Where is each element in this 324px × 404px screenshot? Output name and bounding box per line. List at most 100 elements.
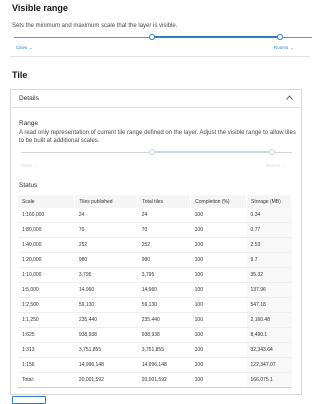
table-cell: 3,751,855 (74, 342, 138, 358)
table-row: 1:5,000 14,960 14,960 100 137.96 (18, 282, 292, 298)
section-divider (10, 56, 310, 57)
visible-range-title: Visible range (12, 3, 68, 13)
slider-max-thumb[interactable] (277, 34, 283, 40)
tile-slider-track-right (272, 152, 292, 153)
table-cell: 3,795 (137, 267, 191, 283)
table-cell: 1:10,000 (18, 267, 75, 283)
column-header: Tiles published (74, 195, 139, 208)
table-cell: 100 (190, 312, 247, 328)
table-cell: 1:1,250 (18, 312, 75, 328)
table-header-row: Scale Tiles published Total tiles Comple… (18, 195, 292, 208)
tile-range-min-label: Cities ⌄ (21, 163, 38, 168)
table-cell: 100 (190, 222, 247, 238)
column-header: Scale (18, 195, 76, 208)
max-scale-label: Rooms (274, 45, 289, 50)
table-row: 1:20,000 980 980 100 9.7 (18, 252, 292, 268)
table-total-row: Total: 20,001,592 20,001,592 100 166,075.1 (18, 372, 292, 388)
min-scale-label: Cities (16, 45, 28, 50)
slider-fill (152, 36, 280, 38)
table-cell: 14,996,148 (74, 357, 138, 373)
table-cell: 122,347.07 (246, 357, 292, 373)
table-cell: 100 (190, 267, 247, 283)
chevron-down-icon: ⌄ (290, 45, 294, 50)
tile-slider-min-thumb (149, 149, 155, 155)
table-cell: 100 (190, 237, 247, 253)
chevron-up-icon[interactable] (286, 95, 293, 100)
table-cell: 3,795 (74, 267, 138, 283)
details-title: Details (19, 95, 39, 102)
table-cell: 100 (190, 252, 247, 268)
table-cell: 1:625 (18, 327, 75, 343)
bottom-action-button[interactable] (12, 396, 46, 404)
table-row: 1:80,000 70 70 100 0.77 (18, 222, 292, 238)
table-cell: 1:5,000 (18, 282, 75, 298)
table-cell: 32,343.64 (246, 342, 292, 358)
table-cell: 235,440 (74, 312, 138, 328)
table-cell: 24 (74, 208, 138, 223)
column-header: Total tiles (137, 195, 192, 208)
visible-range-description: Sets the minimum and maximum scale that … (12, 23, 178, 29)
tile-min-scale-label: Cities (21, 163, 33, 168)
column-header: Storage (MB) (246, 195, 292, 208)
visible-range-max-dropdown[interactable]: Rooms ⌄ (274, 45, 294, 50)
table-cell: 2,160.48 (246, 312, 292, 328)
column-header: Completion (%) (190, 195, 248, 208)
tile-slider-max-thumb (269, 149, 275, 155)
table-cell: 1:2,500 (18, 297, 75, 313)
table-cell: 938,938 (74, 327, 138, 343)
range-title: Range (19, 120, 39, 127)
slider-min-thumb[interactable] (149, 34, 155, 40)
table-cell: 59,130 (137, 297, 191, 313)
status-table: Scale Tiles published Total tiles Comple… (18, 195, 292, 388)
visible-range-min-dropdown[interactable]: Cities ⌄ (16, 45, 33, 50)
table-cell: 0.34 (246, 208, 292, 223)
table-cell: 252 (137, 237, 191, 253)
slider-track-left (14, 37, 152, 38)
table-cell: 14,960 (137, 282, 191, 298)
table-cell: 1:160,000 (18, 208, 75, 223)
table-row: 1:313 3,751,855 3,751,855 100 32,343.64 (18, 342, 292, 358)
table-cell: 100 (190, 342, 247, 358)
range-description: A read only representation of current ti… (19, 130, 296, 144)
table-cell: 980 (137, 252, 191, 268)
table-cell: 547.18 (246, 297, 292, 313)
tile-section-title: Tile (12, 70, 28, 80)
table-cell: 0.77 (246, 222, 292, 238)
table-cell: 100 (190, 297, 247, 313)
table-row: 1:625 938,938 938,938 100 8,490.1 (18, 327, 292, 343)
tile-range-max-label: Rooms ⌄ (266, 163, 286, 168)
table-row: 1:10,000 3,795 3,795 100 35.32 (18, 267, 292, 283)
slider-track-right (280, 37, 312, 38)
tile-slider-fill (152, 151, 272, 153)
table-cell: 59,130 (74, 297, 138, 313)
table-cell: Total: (18, 372, 75, 388)
table-cell: 137.96 (246, 282, 292, 298)
table-cell: 1:40,000 (18, 237, 75, 253)
table-row: 1:1,250 235,440 235,440 100 2,160.48 (18, 312, 292, 328)
table-row: 1:40,000 252 252 100 2.53 (18, 237, 292, 253)
table-cell: 35.32 (246, 267, 292, 283)
table-cell: 1:80,000 (18, 222, 75, 238)
details-panel-header[interactable]: Details (11, 90, 301, 108)
chevron-down-icon: ⌄ (29, 45, 33, 50)
table-cell: 252 (74, 237, 138, 253)
table-cell: 1:313 (18, 342, 75, 358)
table-cell: 100 (190, 208, 247, 223)
table-cell: 100 (190, 357, 247, 373)
table-cell: 20,001,592 (74, 372, 138, 388)
table-cell: 235,440 (137, 312, 191, 328)
table-cell: 100 (190, 282, 247, 298)
tile-slider-track-left (21, 152, 152, 153)
table-cell: 9.7 (246, 252, 292, 268)
chevron-down-icon: ⌄ (34, 163, 38, 168)
table-cell: 70 (137, 222, 191, 238)
table-row: 1:2,500 59,130 59,130 100 547.18 (18, 297, 292, 313)
table-cell: 20,001,592 (137, 372, 191, 388)
status-title: Status (19, 182, 38, 189)
table-cell: 2.53 (246, 237, 292, 253)
table-cell: 24 (137, 208, 191, 223)
table-cell: 3,751,855 (137, 342, 191, 358)
table-cell: 100 (190, 372, 247, 388)
table-cell: 166,075.1 (246, 372, 292, 388)
table-cell: 980 (74, 252, 138, 268)
